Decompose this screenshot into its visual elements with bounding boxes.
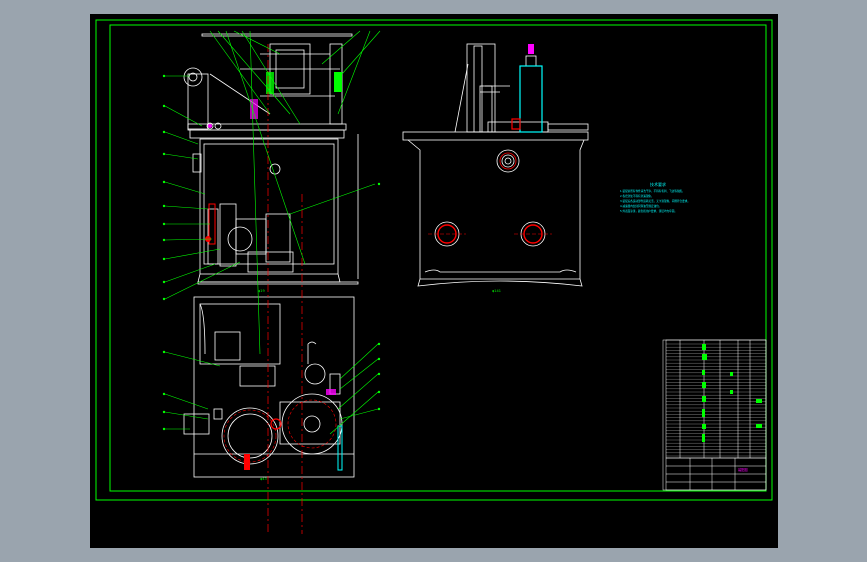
front-view-highlights xyxy=(428,44,552,247)
front-width-dimension: φ141 xyxy=(492,289,501,293)
centerlines xyxy=(267,44,303,534)
side-view xyxy=(183,33,359,285)
note-line-2: 2.各密封处不得有渗漏现象。 xyxy=(620,194,654,198)
note-line-1: 1.装配前所有零件清洗干净，不得有毛刺、飞边等缺陷。 xyxy=(620,189,685,193)
notes-title: 技术要求 xyxy=(650,181,666,187)
title-block-name: 装配图 xyxy=(738,467,748,472)
bearing-dimension: φ19 xyxy=(258,289,265,293)
cad-viewport[interactable]: φ19 φ43 φ141 技术要求 1.装配前所有零件清洗干净，不得有毛刺、飞边… xyxy=(90,14,778,548)
bottom-dimension: φ43 xyxy=(260,477,267,481)
parts-list-rows xyxy=(666,343,766,457)
bottom-view-highlights xyxy=(223,389,343,471)
note-line-4: 4.减速器内加注润滑油至规定油位。 xyxy=(620,204,661,208)
technical-notes: 技术要求 1.装配前所有零件清洗干净，不得有毛刺、飞边等缺陷。 2.各密封处不得… xyxy=(620,181,690,213)
leader-balloons xyxy=(162,74,381,431)
side-view-highlights xyxy=(205,72,342,245)
bottom-view xyxy=(183,296,355,478)
cad-drawing: φ19 φ43 φ141 技术要求 1.装配前所有零件清洗干净，不得有毛刺、飞边… xyxy=(95,19,773,534)
parts-list xyxy=(662,339,767,491)
front-view xyxy=(402,43,589,287)
note-line-3: 3.装配后各运动部件运转灵活，无卡滞现象，间隙符合要求。 xyxy=(620,199,690,203)
outer-frame xyxy=(95,19,773,501)
note-line-5: 5.外表面涂漆，颜色按用户要求，漆层均匀牢固。 xyxy=(620,209,677,213)
